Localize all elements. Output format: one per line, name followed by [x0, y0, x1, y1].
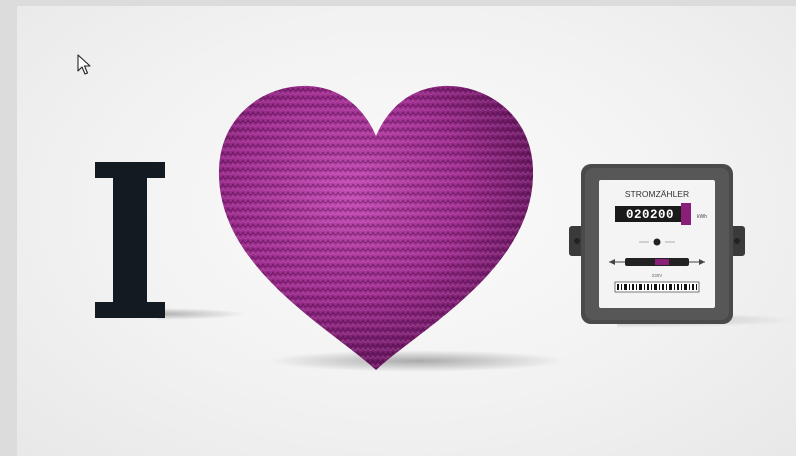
ad-image: I: [17, 6, 796, 456]
knitted-heart: [218, 85, 534, 370]
meter-voltage: 230V: [652, 273, 663, 278]
electricity-meter: STROMZÄHLER 020200 kWh 230V: [569, 164, 745, 324]
meter-reading: 020200: [626, 208, 674, 222]
meter-label: STROMZÄHLER: [625, 189, 689, 199]
letter-i: I: [95, 162, 165, 318]
pointer-arrow-icon: [77, 54, 91, 75]
meter-unit: kWh: [697, 214, 707, 220]
